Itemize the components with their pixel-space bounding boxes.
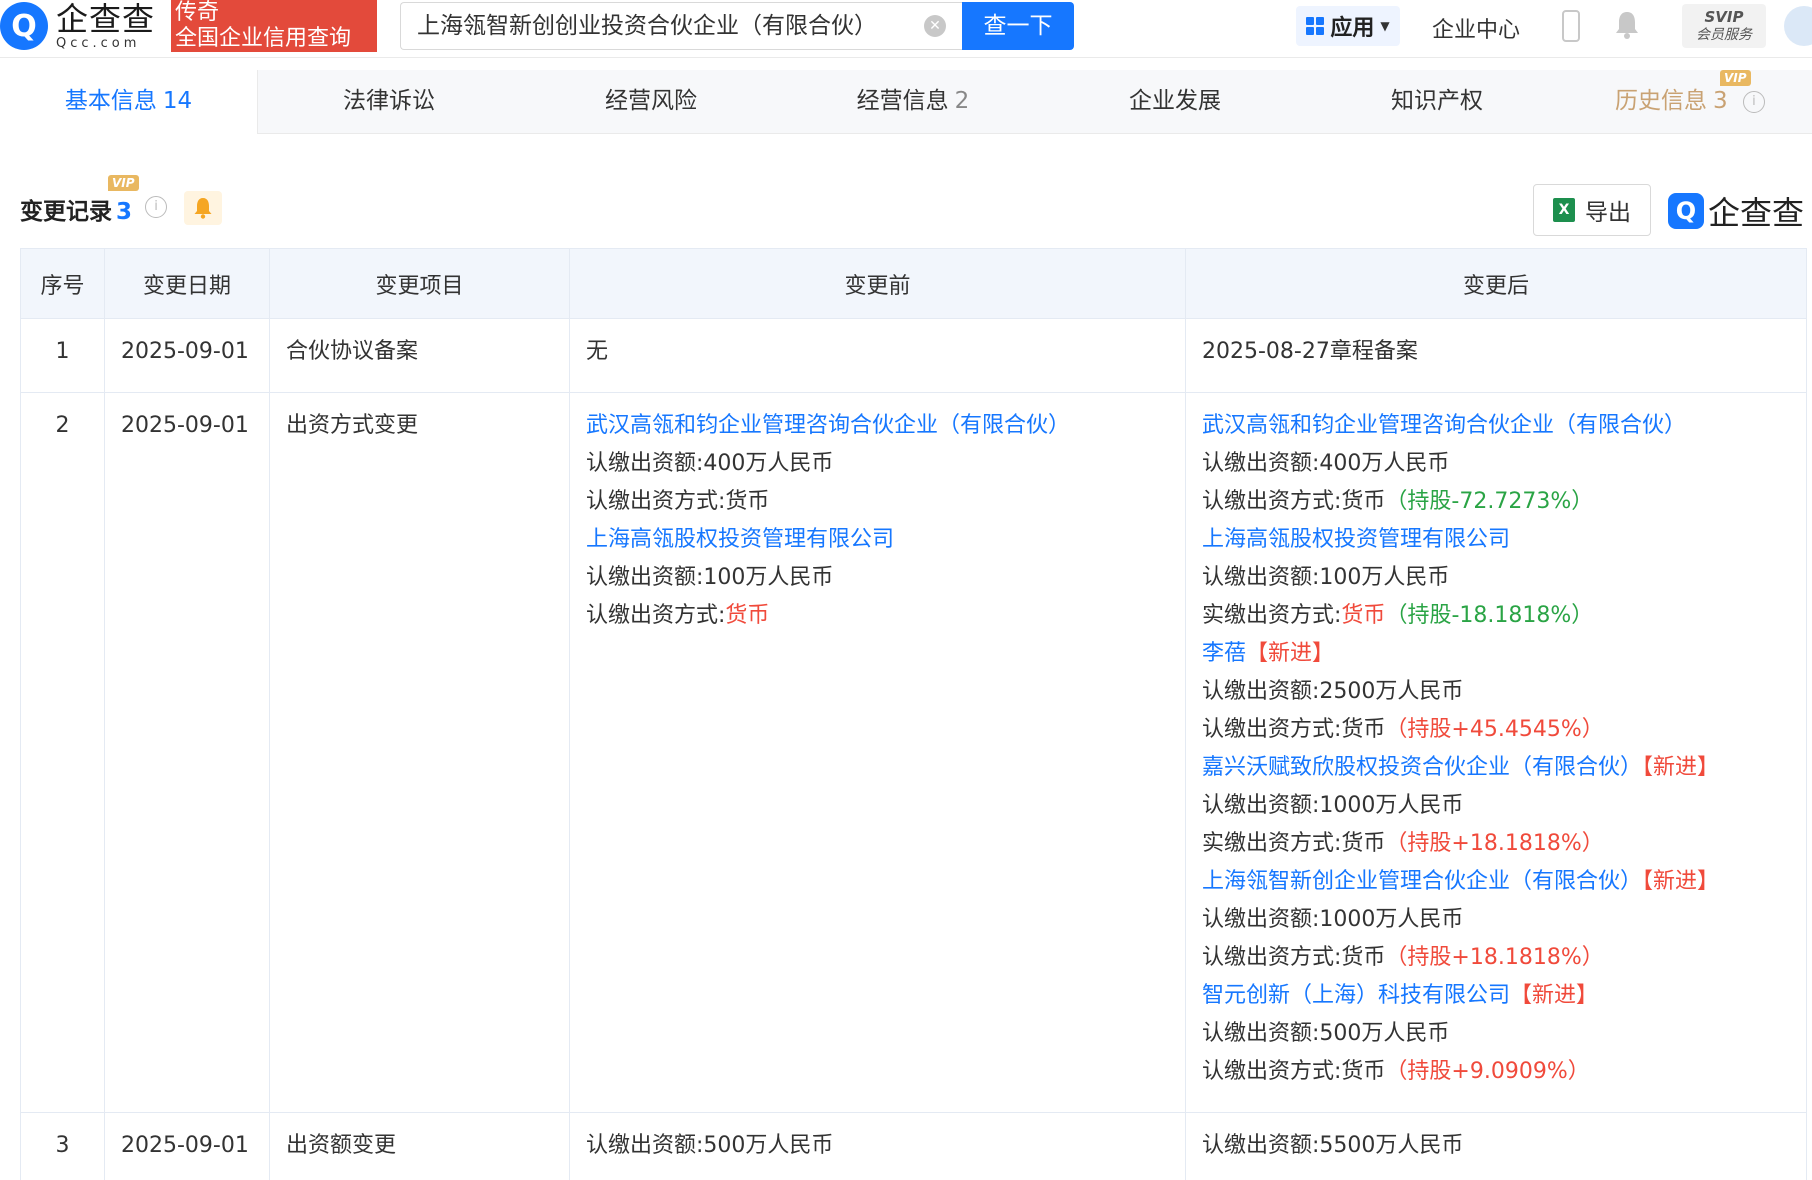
tab-risk[interactable]: 经营风险 bbox=[520, 70, 782, 134]
chevron-down-icon: ▼ bbox=[1380, 19, 1390, 33]
slogan-banner: 传奇 全国企业信用查询 bbox=[171, 0, 377, 52]
shareholder-link[interactable]: 上海瓴智新创企业管理合伙企业（有限合伙） bbox=[1202, 869, 1642, 894]
search-input[interactable]: 上海瓴智新创创业投资合伙企业（有限合伙） bbox=[400, 2, 962, 50]
after-cell: 武汉高瓴和钧企业管理咨询合伙企业（有限合伙） 认缴出资额:400万人民币 认缴出… bbox=[1185, 392, 1807, 1113]
shareholder-link[interactable]: 武汉高瓴和钧企业管理咨询合伙企业（有限合伙） bbox=[586, 407, 1169, 445]
shareholder-link[interactable]: 上海高瓴股权投资管理有限公司 bbox=[1202, 521, 1790, 559]
shareholder-link[interactable]: 武汉高瓴和钧企业管理咨询合伙企业（有限合伙） bbox=[1202, 407, 1790, 445]
column-header: 变更项目 bbox=[269, 248, 570, 319]
before-cell: 武汉高瓴和钧企业管理咨询合伙企业（有限合伙） 认缴出资额:400万人民币 认缴出… bbox=[569, 392, 1186, 1113]
share-change: （持股-18.1818%） bbox=[1385, 603, 1594, 628]
bell-icon bbox=[194, 198, 212, 219]
table-row: 1 2025-09-01 合伙协议备案 无 2025-08-27章程备案 bbox=[20, 318, 1807, 393]
change-record-table: 序号 变更日期 变更项目 变更前 变更后 1 2025-09-01 合伙协议备案… bbox=[20, 248, 1807, 1180]
company-tabs: 基本信息 14 法律诉讼 经营风险 经营信息 2 企业发展 知识产权 历史信息 3 i… bbox=[0, 70, 1812, 134]
share-change: （持股-72.7273%） bbox=[1385, 489, 1594, 514]
tab-operation[interactable]: 经营信息 2 bbox=[782, 70, 1044, 134]
info-icon[interactable]: i bbox=[145, 196, 167, 218]
column-header: 变更后 bbox=[1185, 248, 1807, 319]
shareholder-link[interactable]: 嘉兴沃赋致欣股权投资合伙企业（有限合伙） bbox=[1202, 755, 1642, 780]
top-bar: Q 企查查 Qcc.com 传奇 全国企业信用查询 上海瓴智新创创业投资合伙企业… bbox=[0, 0, 1812, 58]
shareholder-link[interactable]: 上海高瓴股权投资管理有限公司 bbox=[586, 521, 1169, 559]
notification-bell-icon[interactable] bbox=[1614, 10, 1640, 40]
column-header: 变更日期 bbox=[104, 248, 270, 319]
search-button[interactable]: 查一下 bbox=[962, 2, 1074, 50]
info-icon[interactable]: i bbox=[1742, 90, 1765, 113]
section-title: 变更记录 3 bbox=[20, 199, 133, 225]
export-button[interactable]: X 导出 bbox=[1533, 184, 1651, 236]
clear-search-icon[interactable]: ✕ bbox=[924, 15, 946, 37]
mobile-app-icon[interactable] bbox=[1562, 10, 1580, 42]
apps-grid-icon bbox=[1306, 17, 1325, 35]
new-entry-tag: 【新进】 bbox=[1246, 641, 1335, 666]
tab-development[interactable]: 企业发展 bbox=[1044, 70, 1306, 134]
share-change: （持股+9.0909%） bbox=[1385, 1059, 1590, 1084]
logo-subtext: Qcc.com bbox=[56, 35, 141, 51]
monitor-bell-button[interactable] bbox=[184, 191, 222, 225]
tab-ip[interactable]: 知识产权 bbox=[1306, 70, 1568, 134]
vip-badge: VIP bbox=[1720, 70, 1751, 86]
excel-icon: X bbox=[1553, 198, 1575, 222]
apps-dropdown-button[interactable]: 应用 ▼ bbox=[1296, 6, 1400, 46]
table-row: 3 2025-09-01 出资额变更 认缴出资额:500万人民币 认缴出资额:5… bbox=[20, 1112, 1807, 1180]
tab-basic-info[interactable]: 基本信息 14 bbox=[0, 70, 258, 134]
vip-badge: VIP bbox=[108, 175, 139, 191]
new-entry-tag: 【新进】 bbox=[1642, 755, 1720, 780]
site-logo[interactable]: Q 企查查 Qcc.com bbox=[0, 0, 155, 52]
svip-member-button[interactable]: SVIP 会员服务 bbox=[1682, 4, 1766, 48]
qcc-logo-icon: Q bbox=[1668, 193, 1704, 229]
column-header: 序号 bbox=[20, 248, 105, 319]
shareholder-link[interactable]: 智元创新（上海）科技有限公司 bbox=[1202, 983, 1510, 1008]
share-change: （持股+18.1818%） bbox=[1385, 945, 1604, 970]
shareholder-link[interactable]: 李蓓 bbox=[1202, 641, 1246, 666]
brand-watermark: Q 企查查 bbox=[1668, 188, 1804, 234]
new-entry-tag: 【新进】 bbox=[1510, 983, 1599, 1008]
qcc-logo-icon: Q bbox=[0, 2, 48, 50]
column-header: 变更前 bbox=[569, 248, 1186, 319]
share-change: （持股+18.1818%） bbox=[1385, 831, 1604, 856]
user-avatar[interactable] bbox=[1784, 6, 1812, 46]
new-entry-tag: 【新进】 bbox=[1642, 869, 1720, 894]
table-row: 2 2025-09-01 出资方式变更 武汉高瓴和钧企业管理咨询合伙企业（有限合… bbox=[20, 392, 1807, 1113]
tab-legal[interactable]: 法律诉讼 bbox=[258, 70, 520, 134]
table-header-row: 序号 变更日期 变更项目 变更前 变更后 bbox=[20, 248, 1807, 319]
logo-text: 企查查 bbox=[56, 0, 156, 38]
share-change: （持股+45.4545%） bbox=[1385, 717, 1604, 742]
enterprise-center-link[interactable]: 企业中心 bbox=[1432, 12, 1520, 44]
tab-history[interactable]: 历史信息 3 i bbox=[1568, 70, 1812, 134]
